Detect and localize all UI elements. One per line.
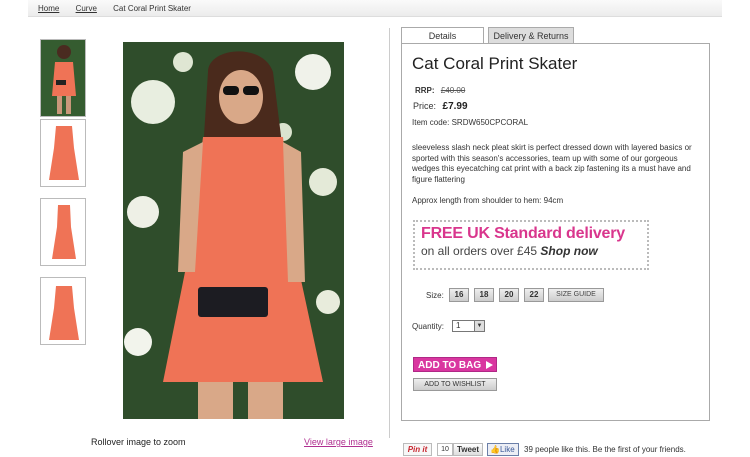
thumbnail-model-image [41,40,85,116]
banner-shop-now[interactable]: Shop now [540,244,597,258]
thumbnail-dress-front [41,120,85,186]
tab-delivery-returns[interactable]: Delivery & Returns [488,27,574,44]
main-product-image[interactable] [123,42,344,419]
quantity-value: 1 [456,321,461,330]
product-description: sleeveless slash neck pleat skirt is per… [412,143,692,184]
thumbnail-1[interactable] [40,39,86,117]
size-option-20[interactable]: 20 [499,288,519,302]
price: Price: £7.99 [413,101,468,112]
breadcrumb: Home Curve Cat Coral Print Skater [38,4,191,13]
rrp-value: £40.00 [440,86,466,95]
rrp-label: RRP: [415,86,435,95]
price-label: Price: [413,101,437,111]
approx-length: Approx length from shoulder to hem: 94cm [412,196,564,205]
breadcrumb-home-link[interactable]: Home [38,4,59,13]
thumbnail-2[interactable] [40,119,86,187]
size-guide-button[interactable]: SIZE GUIDE [548,288,604,302]
tweet-button[interactable]: Tweet [453,443,483,456]
thumbnail-dress-side [41,199,85,265]
add-to-bag-button[interactable]: ADD TO BAG [413,357,497,372]
thumbs-up-icon: 👍 [490,445,500,454]
item-code: Item code: SRDW650CPCORAL [412,118,529,127]
breadcrumb-curve-link[interactable]: Curve [76,4,97,13]
play-arrow-icon [486,361,493,369]
banner-headline: FREE UK Standard delivery [421,225,625,242]
price-value: £7.99 [442,101,468,112]
quantity-select[interactable]: 1 ▼ [452,320,485,332]
banner-subline: on all orders over £45 Shop now [421,244,641,258]
free-delivery-banner[interactable]: FREE UK Standard delivery on all orders … [413,220,649,270]
view-large-image-link[interactable]: View large image [304,437,373,447]
add-to-bag-label: ADD TO BAG [418,360,482,371]
size-option-18[interactable]: 18 [474,288,494,302]
product-title: Cat Coral Print Skater [412,54,578,73]
chevron-down-icon[interactable]: ▼ [474,321,484,331]
thumbnail-3[interactable] [40,198,86,266]
quantity-label: Quantity: [412,322,445,331]
breadcrumb-current: Cat Coral Print Skater [113,4,191,13]
tab-details[interactable]: Details [401,27,484,44]
like-label: Like [499,445,515,454]
thumbnail-dress-back [41,278,85,344]
facebook-like-button[interactable]: 👍Like [487,443,519,456]
banner-subline-text: on all orders over £45 [421,244,538,258]
size-label: Size: [426,291,444,300]
thumbnail-4[interactable] [40,277,86,345]
add-to-wishlist-button[interactable]: ADD TO WISHLIST [413,378,497,391]
rrp: RRP: £40.00 [415,86,465,95]
model-photo [123,42,344,419]
tweet-count: 10 [437,443,453,456]
pinterest-button[interactable]: Pin it [403,443,432,456]
zoom-hint: Rollover image to zoom [91,437,186,447]
like-count-text: 39 people like this. Be the first of you… [524,445,686,454]
size-option-16[interactable]: 16 [449,288,469,302]
size-option-22[interactable]: 22 [524,288,544,302]
